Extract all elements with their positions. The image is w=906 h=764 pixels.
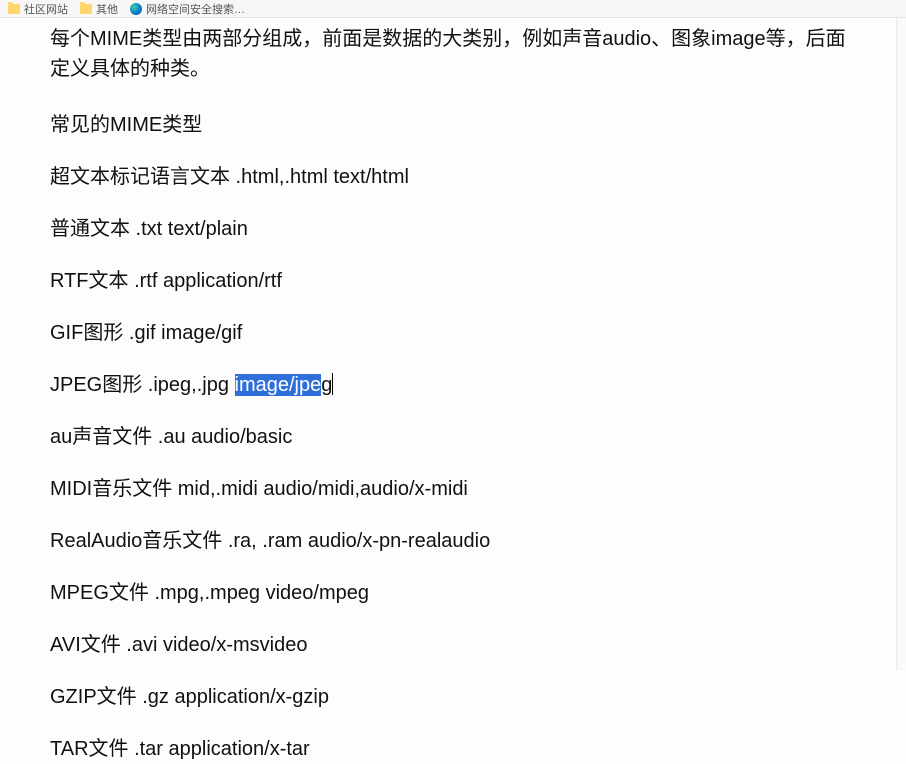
mime-line: RealAudio音乐文件 .ra, .ram audio/x-pn-reala… [50,526,856,556]
mime-line: MPEG文件 .mpg,.mpeg video/mpeg [50,578,856,608]
mime-text: RTF文本 .rtf application/rtf [50,270,282,292]
edge-icon [130,3,142,15]
bookmark-label: 网络空间安全搜索… [146,1,245,17]
mime-text: GIF图形 .gif image/gif [50,322,242,344]
mime-line: au声音文件 .au audio/basic [50,422,856,452]
bookmark-bar: 社区网站 其他 网络空间安全搜索… [0,0,906,18]
mime-text: AVI文件 .avi video/x-msvideo [50,634,308,656]
document-content: 每个MIME类型由两部分组成，前面是数据的大类别，例如声音audio、图象ima… [0,18,906,764]
mime-text: RealAudio音乐文件 .ra, .ram audio/x-pn-reala… [50,530,490,552]
mime-line: 超文本标记语言文本 .html,.html text/html [50,162,856,192]
text-cursor-icon [332,373,333,395]
section-heading: 常见的MIME类型 [50,110,856,140]
mime-text: JPEG图形 .ipeg,.jpg [50,374,235,396]
scrollbar-track[interactable] [896,18,906,670]
text-selection: image/jpe [235,374,322,396]
intro-paragraph: 每个MIME类型由两部分组成，前面是数据的大类别，例如声音audio、图象ima… [50,24,856,84]
mime-text: g [321,374,332,396]
mime-text: 超文本标记语言文本 .html,.html text/html [50,166,409,188]
mime-text: GZIP文件 .gz application/x-gzip [50,686,329,708]
mime-line: 普通文本 .txt text/plain [50,214,856,244]
bookmark-folder-community[interactable]: 社区网站 [8,1,68,17]
bookmark-folder-other[interactable]: 其他 [80,1,118,17]
mime-text: 普通文本 .txt text/plain [50,218,248,240]
mime-text: MIDI音乐文件 mid,.midi audio/midi,audio/x-mi… [50,478,468,500]
folder-icon [8,4,20,14]
mime-line: GIF图形 .gif image/gif [50,318,856,348]
mime-text: MPEG文件 .mpg,.mpeg video/mpeg [50,582,369,604]
mime-line: TAR文件 .tar application/x-tar [50,734,856,764]
bookmark-label: 其他 [96,1,118,17]
mime-line: JPEG图形 .ipeg,.jpg image/jpeg [50,370,856,400]
mime-line: AVI文件 .avi video/x-msvideo [50,630,856,660]
mime-line: MIDI音乐文件 mid,.midi audio/midi,audio/x-mi… [50,474,856,504]
mime-text: au声音文件 .au audio/basic [50,426,292,448]
mime-text: TAR文件 .tar application/x-tar [50,738,310,760]
bookmark-link-search[interactable]: 网络空间安全搜索… [130,1,245,17]
folder-icon [80,4,92,14]
mime-line: GZIP文件 .gz application/x-gzip [50,682,856,712]
bookmark-label: 社区网站 [24,1,68,17]
mime-line: RTF文本 .rtf application/rtf [50,266,856,296]
